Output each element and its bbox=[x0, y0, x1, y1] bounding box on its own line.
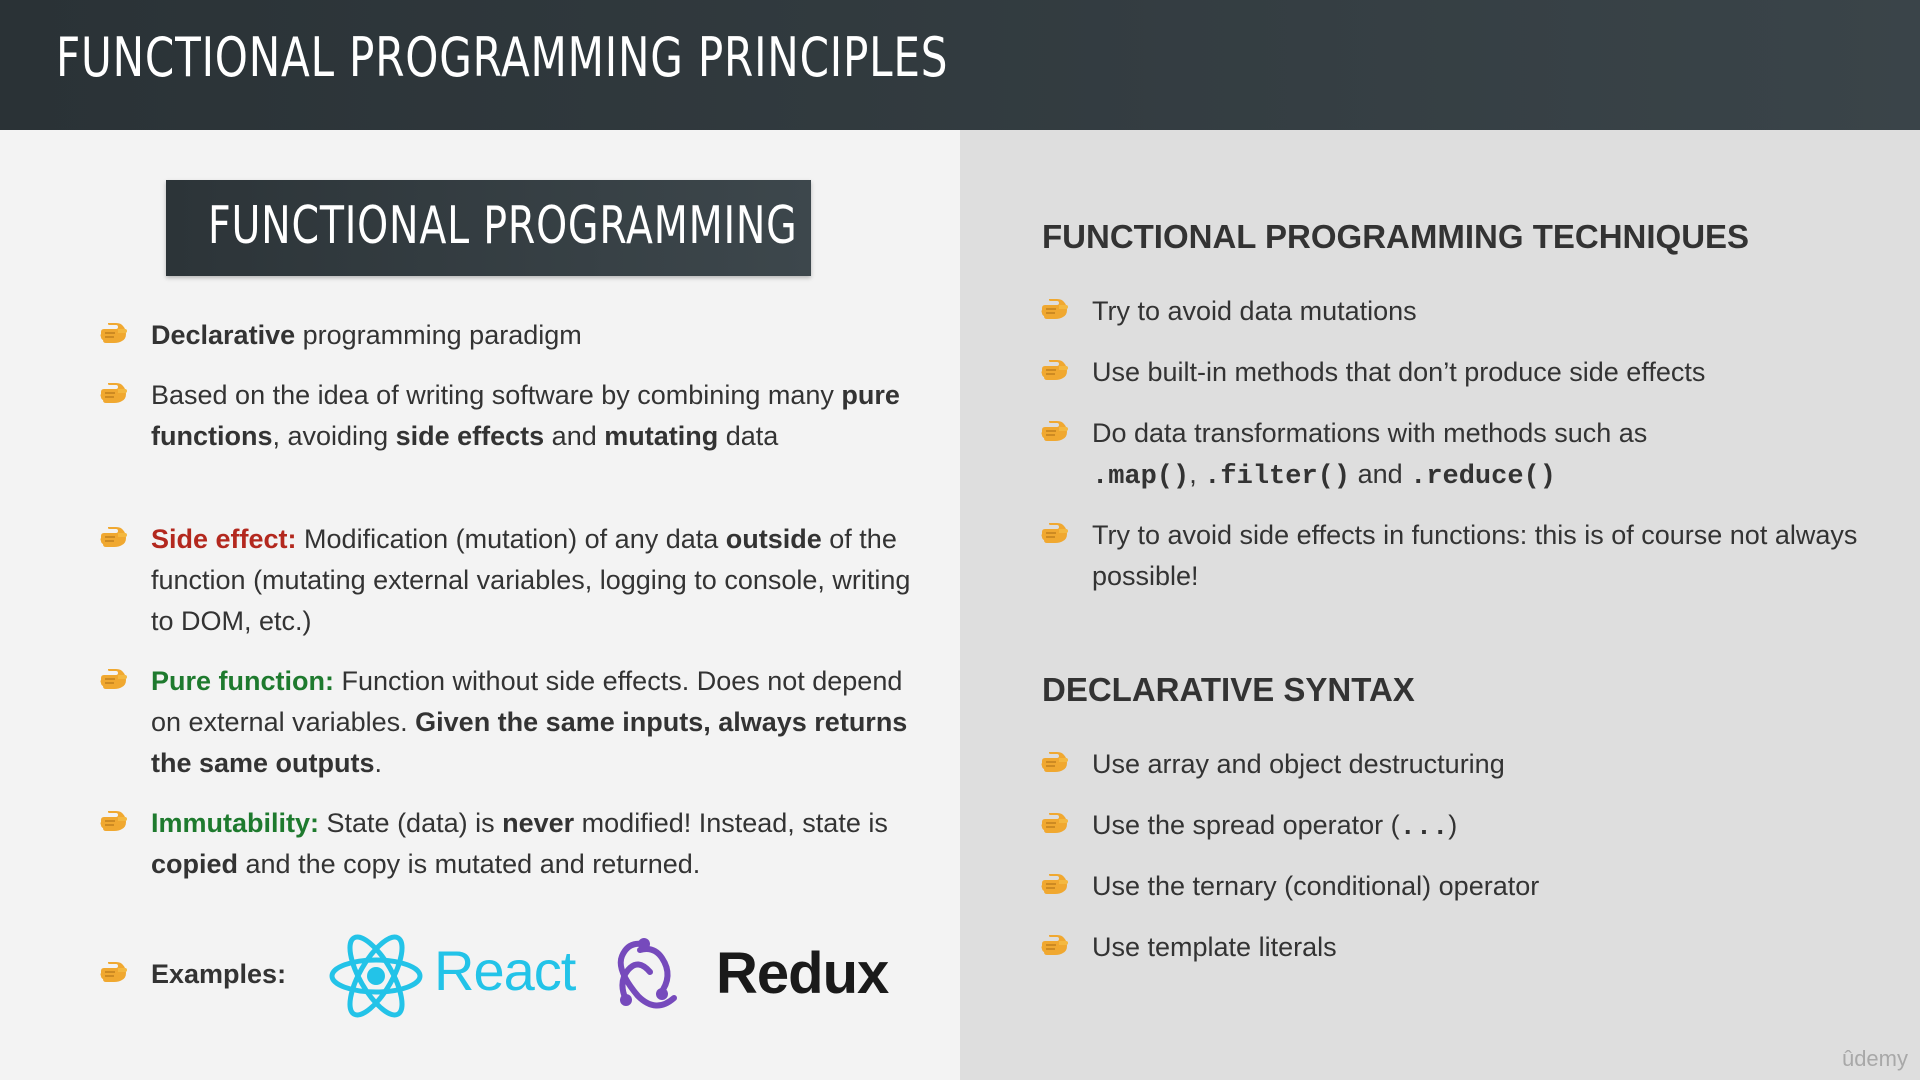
text: and bbox=[1350, 459, 1411, 489]
code-reduce: .reduce() bbox=[1410, 462, 1556, 492]
bold-text: never bbox=[502, 808, 575, 838]
text: Based on the idea of writing software by… bbox=[151, 380, 842, 410]
page-title: FUNCTIONAL PROGRAMMING PRINCIPLES bbox=[56, 26, 949, 89]
technique-item: Try to avoid side effects in functions: … bbox=[1092, 515, 1872, 597]
immutability-label: Immutability: bbox=[151, 808, 320, 838]
declarative-item: Use the ternary (conditional) operator bbox=[1092, 866, 1872, 907]
text: Use template literals bbox=[1092, 932, 1337, 962]
pointing-hand-icon bbox=[1040, 752, 1068, 772]
pointing-hand-icon bbox=[99, 962, 127, 982]
redux-logo-text: Redux bbox=[716, 941, 889, 1006]
text: Try to avoid data mutations bbox=[1092, 296, 1417, 326]
examples-label: Examples: bbox=[151, 959, 287, 989]
bullet-side-effect: Side effect: Modification (mutation) of … bbox=[151, 519, 911, 642]
declarative-item: Use array and object destructuring bbox=[1092, 744, 1872, 785]
technique-item: Use built-in methods that don’t produce … bbox=[1092, 352, 1872, 393]
pointing-hand-icon bbox=[99, 323, 127, 343]
text: Modification (mutation) of any data bbox=[296, 524, 726, 554]
code-map: .map() bbox=[1092, 462, 1190, 492]
text: Use built-in methods that don’t produce … bbox=[1092, 357, 1706, 387]
pointing-hand-icon bbox=[99, 811, 127, 831]
text: and the copy is mutated and returned. bbox=[238, 849, 701, 879]
bullet-immutability: Immutability: State (data) is never modi… bbox=[151, 803, 911, 885]
text: Use array and object destructuring bbox=[1092, 749, 1505, 779]
react-logo-text: React bbox=[434, 939, 576, 1002]
text: ) bbox=[1448, 810, 1458, 840]
bold-text: side effects bbox=[395, 421, 545, 451]
text: programming paradigm bbox=[295, 320, 582, 350]
pointing-hand-icon bbox=[99, 669, 127, 689]
bold-text: mutating bbox=[604, 421, 719, 451]
bold-text: copied bbox=[151, 849, 239, 879]
code-spread: ... bbox=[1399, 813, 1449, 843]
code-filter: .filter() bbox=[1204, 462, 1351, 492]
pointing-hand-icon bbox=[1040, 523, 1068, 543]
declarative-item: Use the spread operator (...) bbox=[1092, 805, 1872, 849]
text: Do data transformations with methods suc… bbox=[1092, 418, 1648, 448]
declarative-item: Use template literals bbox=[1092, 927, 1872, 968]
text: Try to avoid side effects in functions: … bbox=[1092, 520, 1858, 591]
text: Use the spread operator ( bbox=[1092, 810, 1400, 840]
text: State (data) is bbox=[319, 808, 503, 838]
redux-logo-icon bbox=[617, 938, 677, 1009]
right-panel: FUNCTIONAL PROGRAMMING TECHNIQUES Try to… bbox=[960, 130, 1920, 1080]
box-title: FUNCTIONAL PROGRAMMING bbox=[208, 196, 798, 256]
technique-item: Try to avoid data mutations bbox=[1092, 291, 1872, 332]
text: , bbox=[1189, 459, 1205, 489]
bullet-declarative: Declarative programming paradigm bbox=[151, 315, 911, 356]
pure-function-label: Pure function: bbox=[151, 666, 334, 696]
text: Use the ternary (conditional) operator bbox=[1092, 871, 1540, 901]
text: and bbox=[544, 421, 605, 451]
bullet-based-on: Based on the idea of writing software by… bbox=[151, 375, 911, 457]
header-bar: FUNCTIONAL PROGRAMMING PRINCIPLES bbox=[0, 0, 1920, 130]
pointing-hand-icon bbox=[1040, 813, 1068, 833]
bullet-pure-function: Pure function: Function without side eff… bbox=[151, 661, 911, 784]
text: modified! Instead, state is bbox=[574, 808, 888, 838]
techniques-heading: FUNCTIONAL PROGRAMMING TECHNIQUES bbox=[1042, 218, 1750, 255]
pointing-hand-icon bbox=[1040, 874, 1068, 894]
udemy-watermark: ûdemy bbox=[1841, 1046, 1908, 1071]
declarative-heading: DECLARATIVE SYNTAX bbox=[1042, 671, 1415, 708]
pointing-hand-icon bbox=[1040, 360, 1068, 380]
side-effect-label: Side effect: bbox=[151, 524, 297, 554]
pointing-hand-icon bbox=[1040, 299, 1068, 319]
bullet-examples: Examples: bbox=[151, 954, 351, 995]
bold-text: outside bbox=[725, 524, 822, 554]
functional-programming-box: FUNCTIONAL PROGRAMMING bbox=[166, 180, 811, 276]
pointing-hand-icon bbox=[1040, 935, 1068, 955]
pointing-hand-icon bbox=[99, 527, 127, 547]
pointing-hand-icon bbox=[1040, 421, 1068, 441]
pointing-hand-icon bbox=[99, 383, 127, 403]
technique-item: Do data transformations with methods suc… bbox=[1092, 413, 1692, 498]
react-logo-icon bbox=[329, 934, 423, 1018]
text: data bbox=[718, 421, 779, 451]
bold-text: Declarative bbox=[151, 320, 296, 350]
text: . bbox=[374, 748, 383, 778]
text: , avoiding bbox=[272, 421, 396, 451]
